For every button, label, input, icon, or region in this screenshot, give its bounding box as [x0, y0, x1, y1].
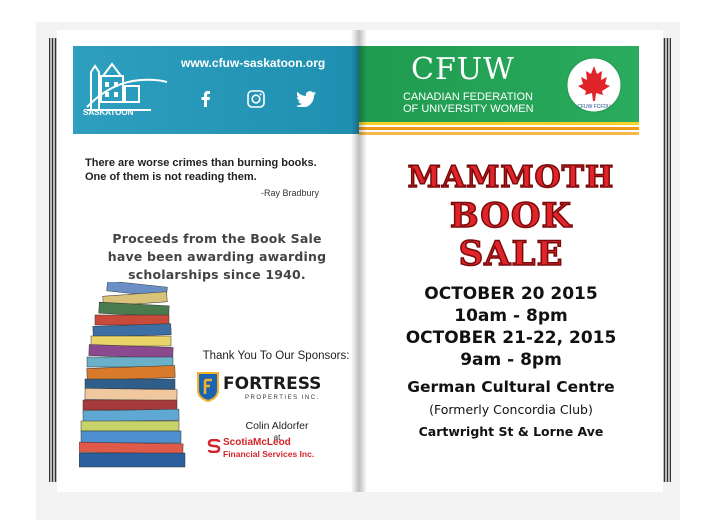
scotia-line2: Financial Services Inc. — [223, 449, 315, 459]
saskatoon-skyline-icon — [86, 62, 168, 111]
stripe-light-orange — [359, 132, 639, 135]
venue-name: German Cultural Centre — [407, 378, 615, 396]
book-stack-icon — [79, 282, 186, 468]
scotia-s-icon — [207, 439, 221, 453]
venue-former-name: (Formerly Concordia Club) — [429, 402, 593, 417]
title-mammoth: MAMMOTH — [407, 159, 615, 196]
open-book: SASKATOON www.cfuw-saskatoon.org There a… — [49, 30, 671, 492]
fortress-subtitle: PROPERTIES INC. — [245, 395, 320, 401]
title-sale: SALE — [458, 233, 564, 275]
emblem-text: CFUW FCFDU — [577, 104, 611, 110]
proceeds-line: Proceeds from the Book Sale — [112, 231, 322, 246]
quote-line: There are worse crimes than burning book… — [85, 157, 317, 169]
cfuw-name-line: OF UNIVERSITY WOMEN — [403, 103, 534, 115]
time-line-2: 9am - 8pm — [460, 350, 562, 370]
stripe-yellow — [359, 122, 639, 125]
sponsors-heading: Thank You To Our Sponsors: — [202, 350, 350, 362]
bradbury-quote: There are worse crimes than burning book… — [85, 156, 345, 184]
cfuw-banner: CFUW CANADIAN FEDERATION OF UNIVERSITY W… — [359, 46, 639, 122]
twitter-icon[interactable] — [295, 88, 317, 110]
proceeds-text: Proceeds from the Book Sale have been aw… — [77, 230, 357, 284]
fortress-name: FORTRESS — [223, 374, 322, 394]
colin-name: Colin Aldorfer — [245, 420, 309, 432]
instagram-icon[interactable] — [245, 88, 267, 110]
right-page: CFUW CANADIAN FEDERATION OF UNIVERSITY W… — [359, 30, 663, 492]
cfuw-full-name: CANADIAN FEDERATION OF UNIVERSITY WOMEN — [403, 91, 563, 115]
quote-line: One of them is not reading them. — [85, 171, 257, 183]
website-url[interactable]: www.cfuw-saskatoon.org — [181, 56, 325, 70]
scotiamcleod-logo: ScotiaMcLeod Financial Services Inc. — [207, 437, 357, 463]
left-page: SASKATOON www.cfuw-saskatoon.org There a… — [57, 30, 361, 492]
scotia-line1: ScotiaMcLeod — [223, 437, 291, 448]
venue-address: Cartwright St & Lorne Ave — [418, 424, 604, 439]
saskatoon-logo-label: SASKATOON — [83, 108, 134, 117]
maple-leaf-emblem-icon: CFUW FCFDU — [566, 57, 622, 113]
proceeds-line: have been awarding awarding — [107, 249, 327, 264]
fortress-shield-icon — [197, 372, 219, 402]
title-book: BOOK — [449, 195, 573, 237]
cfuw-brand: CFUW — [411, 52, 515, 87]
header-stripes — [359, 122, 639, 140]
date-line-1: OCTOBER 20 2015 — [424, 284, 598, 304]
cfuw-name-line: CANADIAN FEDERATION — [403, 91, 533, 103]
saskatoon-banner: SASKATOON www.cfuw-saskatoon.org — [73, 46, 359, 134]
stripe-orange — [359, 127, 639, 130]
fortress-logo: FORTRESS PROPERTIES INC. — [197, 370, 337, 410]
date-line-2: OCTOBER 21-22, 2015 — [405, 328, 617, 348]
facebook-icon[interactable] — [195, 88, 217, 110]
quote-author: -Ray Bradbury — [260, 188, 319, 198]
time-line-1: 10am - 8pm — [454, 306, 568, 326]
